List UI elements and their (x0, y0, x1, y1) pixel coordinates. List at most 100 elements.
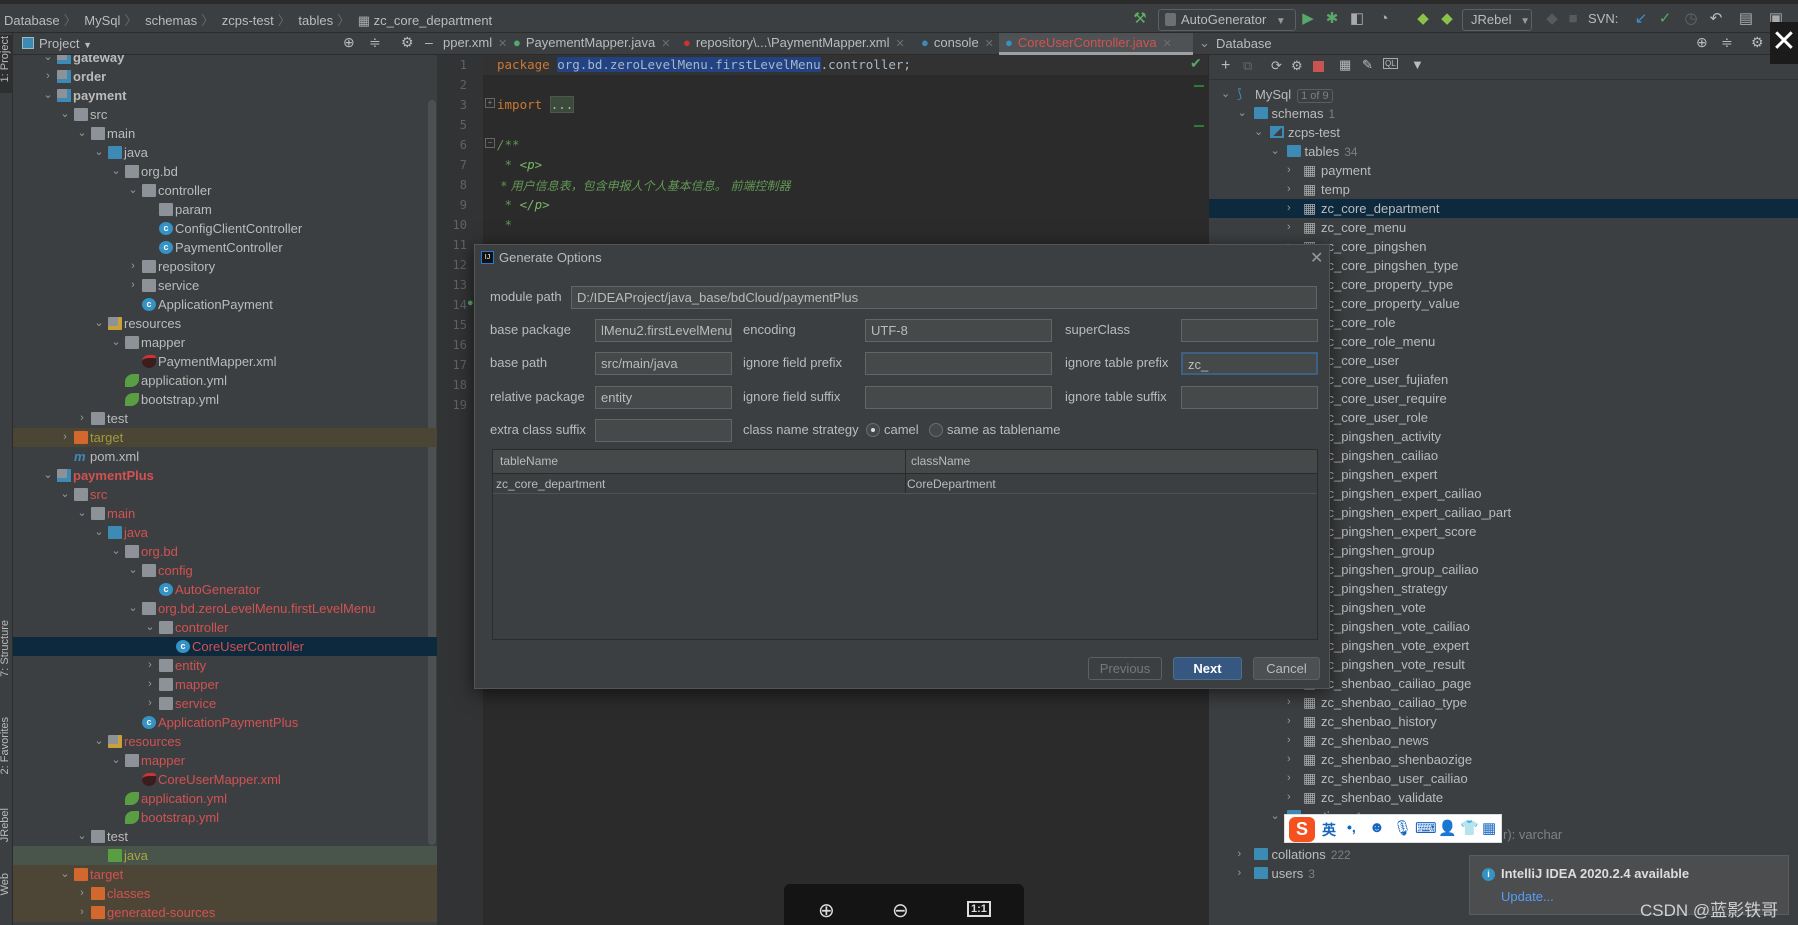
project-tree-item[interactable]: ⌄ java (13, 143, 437, 162)
add-icon[interactable]: + (1221, 57, 1230, 75)
camel-radio-label[interactable]: camel (884, 422, 919, 437)
jrebel-tool-button[interactable]: JRebel (0, 808, 11, 842)
project-tree-item[interactable]: application.yml (13, 789, 437, 808)
project-tree-item[interactable]: c AutoGenerator (13, 580, 437, 599)
project-tree-item[interactable]: › service (13, 276, 437, 295)
collapse-all-icon[interactable]: ≑ (369, 34, 381, 51)
project-tree-item[interactable]: ⌄ target (13, 865, 437, 884)
column-header-classname[interactable]: className (911, 454, 970, 468)
project-tree-item[interactable]: c CoreUserController (13, 637, 437, 656)
table-row[interactable]: zc_core_department CoreDepartment (493, 474, 1317, 494)
ignore-field-prefix-input[interactable] (865, 352, 1052, 375)
relative-package-input[interactable]: entity (595, 386, 732, 409)
breadcrumb-item[interactable]: schemas (145, 13, 197, 28)
jrebel-disabled-icon[interactable]: ◆ (1542, 9, 1562, 29)
project-tree-item[interactable]: › mapper (13, 675, 437, 694)
edit-icon[interactable]: ✎ (1362, 57, 1373, 73)
chevron-down-icon[interactable]: ⌄ (42, 467, 54, 484)
base-path-input[interactable]: src/main/java (595, 352, 732, 375)
database-tree-item[interactable]: › ▦ zc_core_menu (1209, 218, 1798, 237)
run-config-select[interactable]: AutoGenerator ▼ (1158, 9, 1296, 31)
chevron-right-icon[interactable]: › (1238, 846, 1242, 863)
favorites-tool-button[interactable]: 2: Favorites (0, 717, 11, 774)
project-tree-item[interactable]: ⌄ mapper (13, 333, 437, 352)
database-tree-item[interactable]: ⌄ ⟆ MySql 1 of 9 (1209, 85, 1798, 104)
project-tree-item[interactable]: ⌄ resources (13, 314, 437, 333)
database-tree-item[interactable]: › ▦ zc_shenbao_shenbaozige (1209, 750, 1798, 769)
module-path-input[interactable]: D:/IDEAProject/java_base/bdCloud/payment… (571, 286, 1317, 309)
project-tree-item[interactable]: ⌄ config (13, 561, 437, 580)
table-cell[interactable]: zc_core_department (496, 477, 605, 491)
chevron-down-icon[interactable]: ⌄ (1254, 124, 1263, 141)
stop-icon[interactable]: ■ (1563, 9, 1583, 29)
editor-tab[interactable]: pper.xml ✕ (437, 33, 513, 55)
project-tree-item[interactable]: › entity (13, 656, 437, 675)
project-tree-item[interactable]: c ConfigClientController (13, 219, 437, 238)
chevron-down-icon[interactable]: ⌄ (110, 543, 122, 560)
gear-icon[interactable]: ⚙ (401, 34, 414, 51)
previous-button[interactable]: Previous (1088, 657, 1162, 680)
breadcrumb-item[interactable]: Database (4, 13, 60, 28)
svn-commit-icon[interactable]: ✓ (1655, 9, 1675, 29)
chevron-down-icon[interactable]: ⌄ (59, 486, 71, 503)
chevron-right-icon[interactable]: › (1238, 865, 1242, 882)
breadcrumb-item[interactable]: tables (298, 13, 333, 28)
profile-icon[interactable]: ◔ (1374, 9, 1394, 29)
inspection-ok-icon[interactable]: ✔ (1190, 55, 1202, 72)
project-tree-item[interactable]: PaymentMapper.xml (13, 352, 437, 371)
database-tree-item[interactable]: › ▦ payment (1209, 161, 1798, 180)
chevron-down-icon[interactable]: ⌄ (76, 505, 88, 522)
ime-mode-toggle[interactable]: 英 (1322, 820, 1336, 840)
chevron-right-icon[interactable]: › (144, 657, 156, 674)
locate-icon[interactable]: ⊕ (343, 34, 355, 51)
project-tree-item[interactable]: ⌄ main (13, 124, 437, 143)
superclass-input[interactable] (1181, 319, 1318, 342)
project-tree-item[interactable]: ⌄ test (13, 827, 437, 846)
update-link[interactable]: Update... (1501, 889, 1554, 904)
folded-imports[interactable]: ... (549, 96, 575, 113)
chevron-right-icon[interactable]: › (1287, 694, 1291, 711)
chevron-right-icon[interactable]: › (1287, 770, 1291, 787)
minimize-icon[interactable]: – (425, 34, 433, 50)
collapse-all-icon[interactable]: ≑ (1721, 34, 1733, 51)
run-icon[interactable]: ▶ (1298, 9, 1318, 29)
ignore-table-prefix-input[interactable]: zc_ (1181, 352, 1318, 375)
close-tab-icon[interactable]: ✕ (661, 38, 670, 50)
chevron-right-icon[interactable]: › (1287, 181, 1291, 198)
project-tree-item[interactable]: ⌄ org.bd.zeroLevelMenu.firstLevelMenu (13, 599, 437, 618)
ignore-table-suffix-input[interactable] (1181, 386, 1318, 409)
chevron-down-icon[interactable]: ⌄ (110, 334, 122, 351)
ignore-field-suffix-input[interactable] (865, 386, 1052, 409)
microphone-icon[interactable]: 🎙 (1393, 819, 1412, 837)
chevron-down-icon[interactable]: ⌄ (127, 600, 139, 617)
gear-icon[interactable]: ⚙ (1751, 34, 1764, 51)
next-button[interactable]: Next (1173, 657, 1242, 680)
project-tree-item[interactable]: › classes (13, 884, 437, 903)
skin-icon[interactable]: 👕 (1460, 819, 1479, 837)
ime-punct-toggle[interactable]: •, (1347, 819, 1356, 835)
chevron-down-icon[interactable]: ⌄ (42, 87, 54, 104)
close-tab-icon[interactable]: ✕ (985, 38, 994, 50)
build-hammer-icon[interactable]: ⚒ (1130, 9, 1150, 29)
chevron-down-icon[interactable]: ⌄ (59, 866, 71, 883)
project-tree-item[interactable]: › test (13, 409, 437, 428)
viewer-close-icon[interactable]: ✕ (1770, 22, 1798, 64)
project-tree-item[interactable]: ⌄ src (13, 485, 437, 504)
project-tree-item[interactable]: › target (13, 428, 437, 447)
project-tree-item[interactable]: ⌄ controller (13, 618, 437, 637)
user-icon[interactable]: 👤 (1438, 819, 1457, 837)
chevron-down-icon[interactable]: ⌄ (1271, 808, 1280, 825)
project-tree-item[interactable]: › repository (13, 257, 437, 276)
project-tree-item[interactable]: bootstrap.yml (13, 808, 437, 827)
locate-icon[interactable]: ⊕ (1696, 34, 1708, 51)
chevron-right-icon[interactable]: › (144, 695, 156, 712)
chevron-down-icon[interactable]: ⌄ (93, 144, 105, 161)
column-header-tablename[interactable]: tableName (500, 454, 558, 468)
database-tree-item[interactable]: › ▦ zc_shenbao_history (1209, 712, 1798, 731)
chevron-down-icon[interactable]: ⌄ (59, 106, 71, 123)
chevron-down-icon[interactable]: ⌄ (110, 163, 122, 180)
project-tree-item[interactable]: ⌄ org.bd (13, 542, 437, 561)
project-tree-item[interactable]: java (13, 846, 437, 865)
table-cell[interactable]: CoreDepartment (907, 477, 996, 491)
chevron-down-icon[interactable]: ⌄ (127, 182, 139, 199)
